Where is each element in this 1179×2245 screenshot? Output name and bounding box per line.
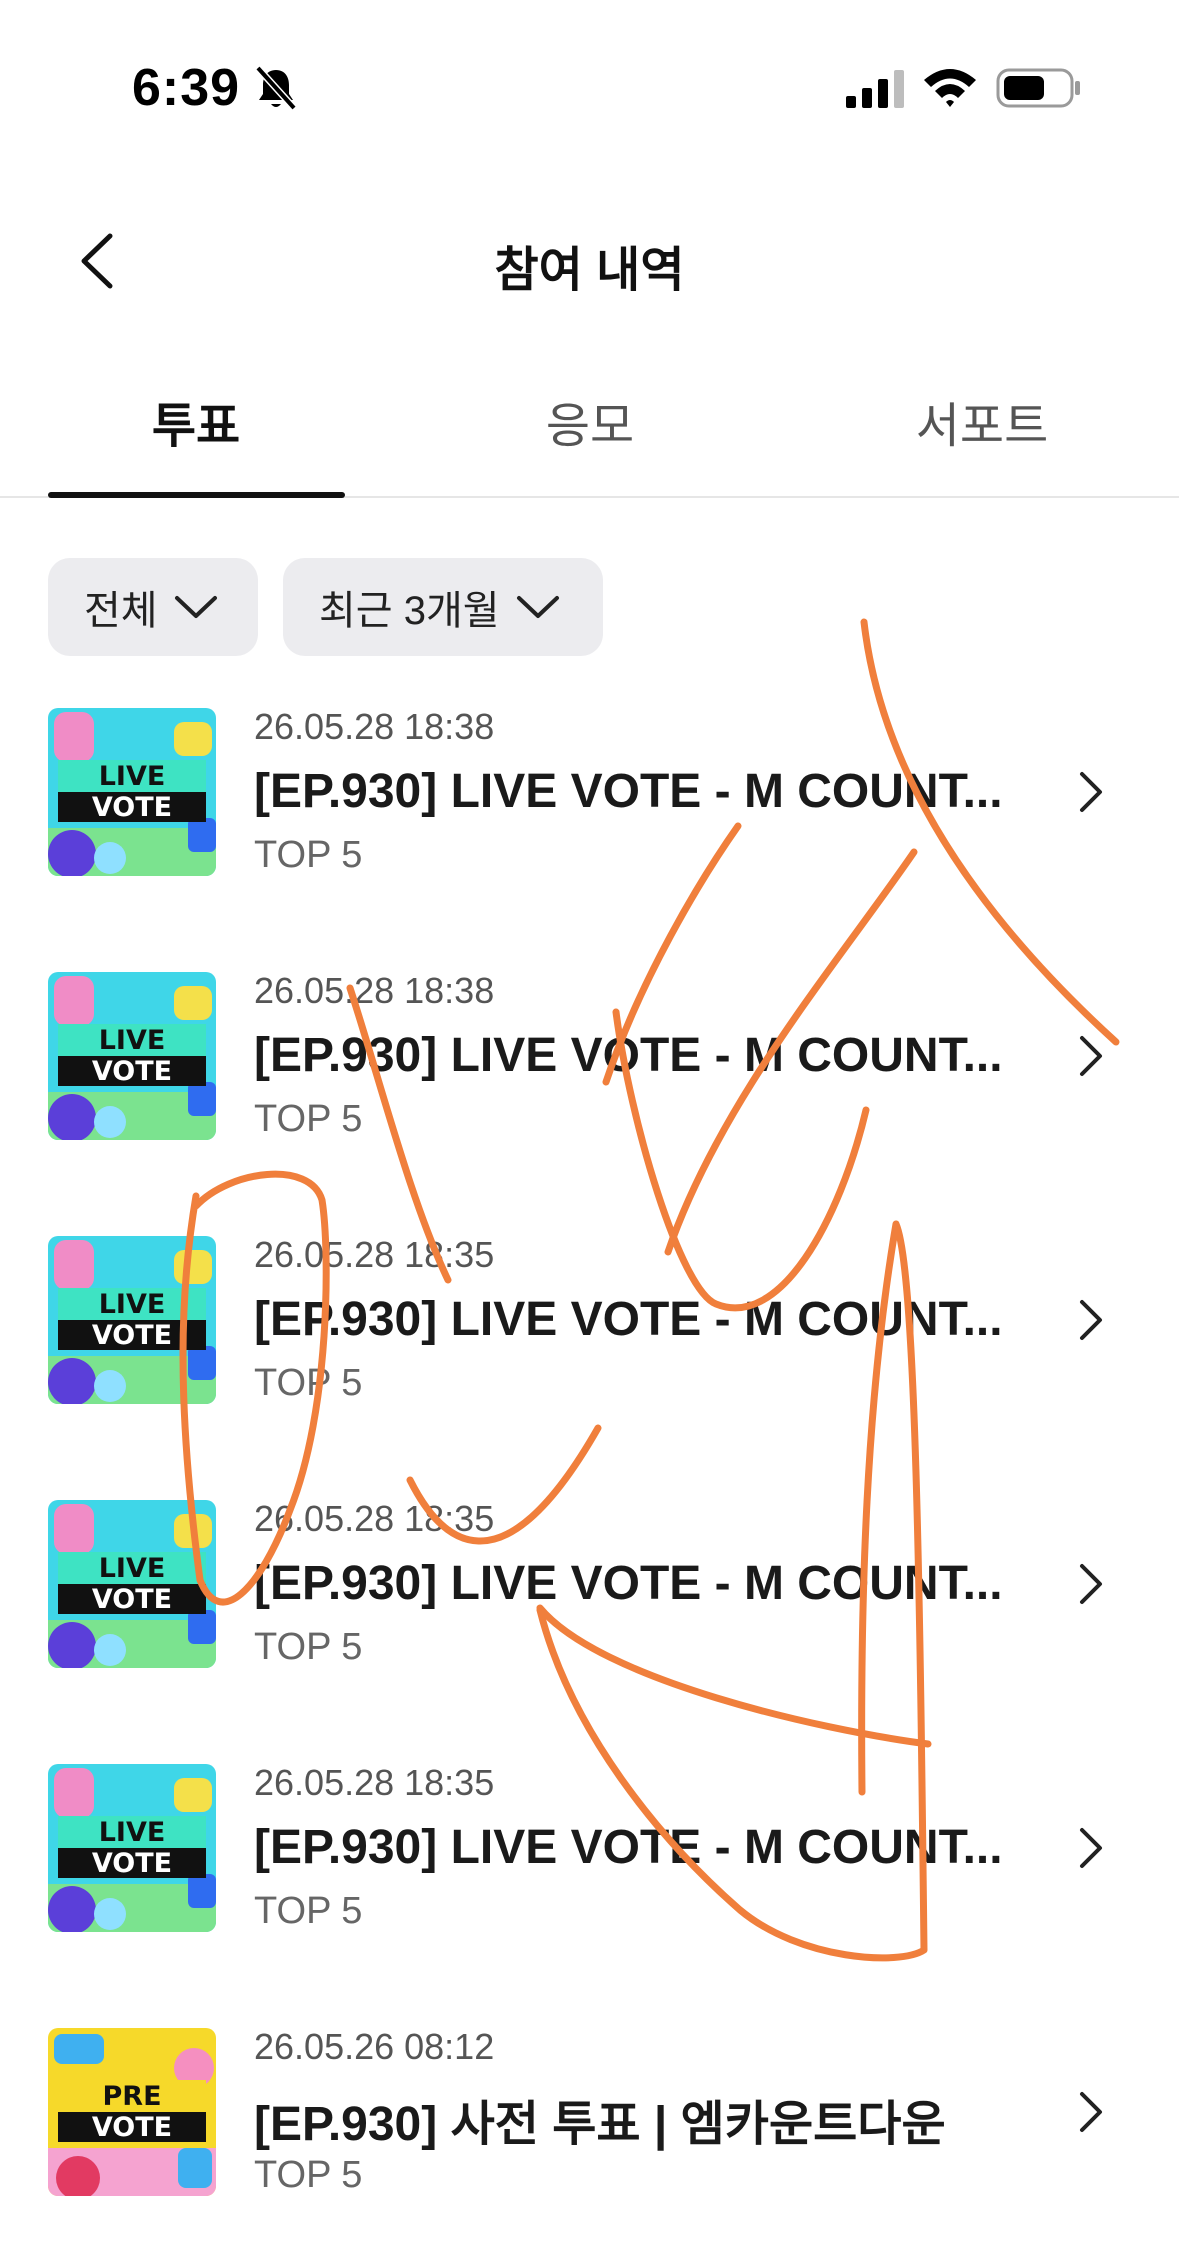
filter-period-label: 최근 3개월 — [319, 589, 500, 633]
thumb-line1: LIVE — [99, 1553, 166, 1584]
item-title: [EP.930] 사전 투표 | 엠카운트다운 — [254, 2098, 946, 2151]
live-vote-thumbnail: LIVE VOTE — [48, 972, 216, 1140]
list-item[interactable]: LIVE VOTE 26.05.28 18:35 [EP.930] LIVE V… — [0, 1756, 1179, 2020]
item-subtitle: TOP 5 — [254, 1362, 363, 1404]
item-title: [EP.930] LIVE VOTE - M COUNT... — [254, 1821, 1003, 1874]
chevron-right-icon — [1080, 1564, 1102, 1604]
item-subtitle: TOP 5 — [254, 2154, 363, 2196]
page-title: 참여 내역 — [494, 244, 685, 297]
thumb-line1: LIVE — [99, 1025, 166, 1056]
list-item[interactable]: LIVE VOTE 26.05.28 18:35 [EP.930] LIVE V… — [0, 1492, 1179, 1756]
thumb-line2: VOTE — [92, 1584, 172, 1615]
item-subtitle: TOP 5 — [254, 834, 363, 876]
item-subtitle: TOP 5 — [254, 1626, 363, 1668]
item-title: [EP.930] LIVE VOTE - M COUNT... — [254, 1029, 1003, 1082]
wifi-icon — [924, 69, 976, 107]
thumb-line2: VOTE — [92, 1056, 172, 1087]
item-date: 26.05.28 18:38 — [254, 970, 495, 1011]
item-date: 26.05.28 18:35 — [254, 1762, 495, 1803]
item-title: [EP.930] LIVE VOTE - M COUNT... — [254, 1293, 1003, 1346]
chevron-right-icon — [1080, 1036, 1102, 1076]
thumb-line1: PRE — [102, 2081, 161, 2112]
item-title: [EP.930] LIVE VOTE - M COUNT... — [254, 1557, 1003, 1610]
filter-type-label: 전체 — [84, 589, 158, 633]
chevron-down-icon — [174, 596, 217, 618]
status-bar: 6:39 — [0, 0, 1179, 180]
chevron-right-icon — [1080, 772, 1102, 812]
thumb-line2: VOTE — [92, 2112, 172, 2143]
chevron-right-icon — [1080, 1828, 1102, 1868]
list-item[interactable]: PRE VOTE 26.05.26 08:12 [EP.930] 사전 투표 |… — [0, 2020, 1179, 2245]
list-item[interactable]: LIVE VOTE 26.05.28 18:35 [EP.930] LIVE V… — [0, 1228, 1179, 1492]
item-date: 26.05.28 18:35 — [254, 1234, 495, 1275]
item-subtitle: TOP 5 — [254, 1890, 363, 1932]
thumb-line1: LIVE — [99, 761, 166, 792]
thumb-line1: LIVE — [99, 1817, 166, 1848]
active-tab-indicator — [48, 492, 345, 498]
chevron-right-icon — [1080, 2092, 1102, 2132]
filter-type-dropdown[interactable]: 전체 — [48, 558, 258, 656]
live-vote-thumbnail: LIVE VOTE — [48, 708, 216, 876]
chevron-right-icon — [1080, 1300, 1102, 1340]
item-subtitle: TOP 5 — [254, 1098, 363, 1140]
tab-vote[interactable]: 투표 — [46, 386, 346, 456]
cellular-signal-icon — [846, 70, 904, 108]
list-item[interactable]: LIVE VOTE 26.05.28 18:38 [EP.930] LIVE V… — [0, 964, 1179, 1228]
live-vote-thumbnail: LIVE VOTE — [48, 1764, 216, 1932]
item-date: 26.05.28 18:35 — [254, 1498, 495, 1539]
item-date: 26.05.28 18:38 — [254, 706, 495, 747]
status-time: 6:39 — [132, 59, 241, 117]
tab-support[interactable]: 서포트 — [832, 386, 1132, 456]
thumb-line1: LIVE — [99, 1289, 166, 1320]
item-date: 26.05.26 08:12 — [254, 2026, 495, 2067]
item-title: [EP.930] LIVE VOTE - M COUNT... — [254, 765, 1003, 818]
list-item[interactable]: LIVE VOTE 26.05.28 18:38 [EP.930] LIVE V… — [0, 700, 1179, 964]
live-vote-thumbnail: LIVE VOTE — [48, 1236, 216, 1404]
pre-vote-thumbnail: PRE VOTE — [48, 2028, 216, 2196]
chevron-down-icon — [516, 596, 559, 618]
thumb-line2: VOTE — [92, 792, 172, 823]
bell-slash-icon — [255, 65, 297, 111]
header: 참여 내역 — [0, 200, 1179, 320]
tab-entry[interactable]: 응모 — [440, 386, 740, 456]
live-vote-thumbnail: LIVE VOTE — [48, 1500, 216, 1668]
filter-period-dropdown[interactable]: 최근 3개월 — [283, 558, 603, 656]
tab-bar: 투표 응모 서포트 — [0, 370, 1179, 498]
thumb-line2: VOTE — [92, 1320, 172, 1351]
battery-icon — [996, 68, 1080, 108]
thumb-line2: VOTE — [92, 1848, 172, 1879]
